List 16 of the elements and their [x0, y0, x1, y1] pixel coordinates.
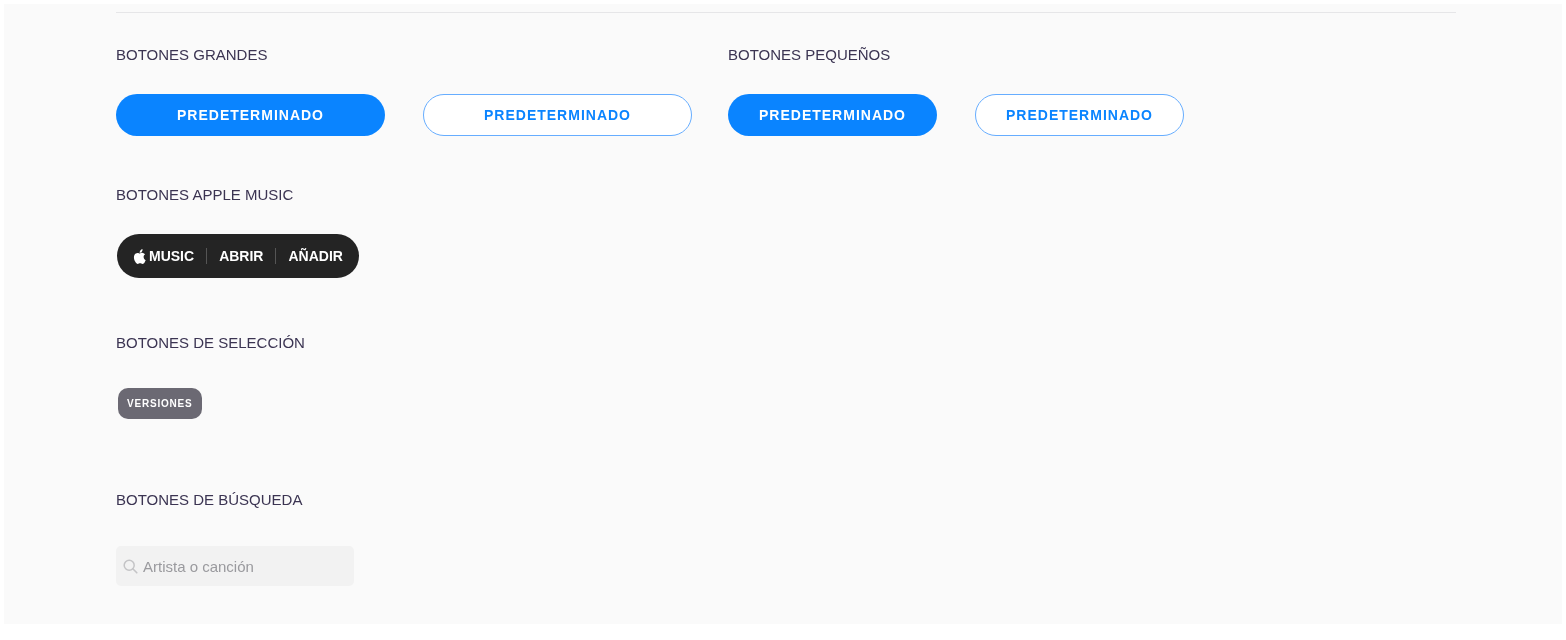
default-button[interactable]: PREDETERMINADO [975, 94, 1184, 136]
music-action-button[interactable]: AÑADIR [288, 248, 343, 264]
default-button[interactable]: PREDETERMINADO [423, 94, 692, 136]
section-heading: BOTONES APPLE MUSIC [116, 186, 295, 204]
versions-chip[interactable]: VERSIONES [118, 388, 202, 419]
section-heading: BOTONES PEQUEÑOS [728, 46, 892, 64]
music-action-button[interactable]: ABRIR [219, 248, 264, 264]
section-heading: BOTONES GRANDES [116, 46, 269, 64]
apple-icon [133, 248, 146, 264]
default-button[interactable]: PREDETERMINADO [728, 94, 937, 136]
section-heading: BOTONES DE SELECCIÓN [116, 334, 306, 352]
search-icon [123, 559, 138, 574]
music-button[interactable]: MUSIC [133, 248, 195, 264]
section-heading: BOTONES DE BÚSQUEDA [116, 491, 304, 509]
search-field[interactable]: Artista o canción [116, 546, 354, 586]
default-button[interactable]: PREDETERMINADO [116, 94, 385, 136]
